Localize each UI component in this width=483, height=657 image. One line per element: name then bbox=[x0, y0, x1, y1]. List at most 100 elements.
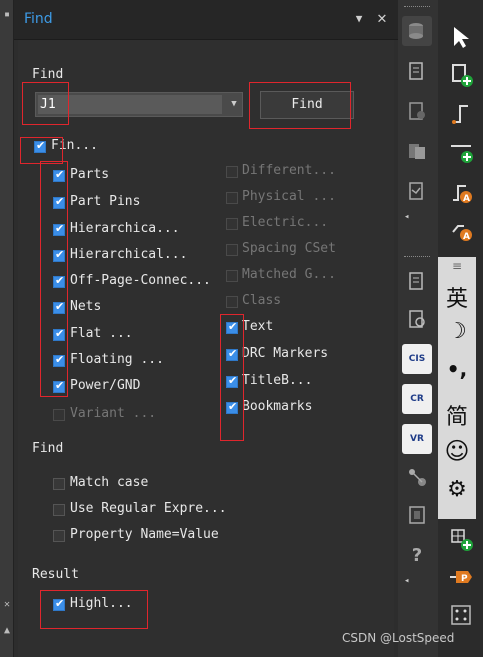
text-checkbox[interactable] bbox=[226, 320, 238, 334]
property-name-value-label: Property Name=Value bbox=[70, 527, 219, 542]
physical-checkbox[interactable] bbox=[226, 192, 238, 204]
palette-expand-icon[interactable]: ◂ bbox=[404, 212, 409, 222]
electrical-label: Electric... bbox=[242, 215, 329, 230]
hierarchical-blocks-label: Hierarchical... bbox=[70, 247, 188, 262]
ime-settings-icon[interactable]: ⚙ bbox=[438, 477, 476, 502]
check-list-icon[interactable] bbox=[402, 96, 432, 126]
panel-titlebar: Find ▼ ✕ bbox=[14, 0, 398, 40]
help-check-icon[interactable]: ? bbox=[402, 540, 432, 570]
find-combo[interactable]: J1 ▼ bbox=[35, 92, 243, 117]
svg-text:A: A bbox=[463, 194, 470, 204]
ime-emoji-icon[interactable]: ☺ bbox=[438, 437, 476, 465]
cr-icon[interactable]: CR bbox=[402, 384, 432, 414]
find-panel: Find ▼ ✕ Find J1 ▼ Find Fin... Parts Par… bbox=[14, 0, 398, 657]
hierarchical-blocks-checkbox[interactable] bbox=[53, 248, 65, 262]
draw-tool-strip: A A ≡ 英 ☽ •, 简 ☺ ⚙ P bbox=[438, 0, 483, 657]
select-pointer-icon[interactable] bbox=[446, 22, 476, 52]
regex-checkbox[interactable] bbox=[53, 504, 65, 516]
nets-checkbox[interactable] bbox=[53, 300, 65, 314]
drc-markers-checkbox[interactable] bbox=[226, 347, 238, 361]
vr-icon[interactable]: VR bbox=[402, 424, 432, 454]
watermark-text: CSDN @LostSpeed bbox=[342, 631, 455, 645]
part-pins-checkbox[interactable] bbox=[53, 195, 65, 209]
palette-grip-2[interactable] bbox=[404, 256, 430, 259]
cis-icon[interactable]: CIS bbox=[402, 344, 432, 374]
svg-text:A: A bbox=[463, 232, 470, 242]
find-text-input[interactable]: J1 bbox=[38, 95, 222, 114]
variant-label: Variant ... bbox=[70, 406, 157, 421]
off-page-connectors-checkbox[interactable] bbox=[53, 274, 65, 288]
matched-group-checkbox[interactable] bbox=[226, 270, 238, 282]
hierarchical-ports-label: Hierarchica... bbox=[70, 221, 180, 236]
find-button[interactable]: Find bbox=[260, 91, 354, 119]
part-pins-label: Part Pins bbox=[70, 194, 141, 209]
cr-label: CR bbox=[410, 394, 424, 404]
bookmarks-checkbox[interactable] bbox=[226, 400, 238, 414]
property-name-value-checkbox[interactable] bbox=[53, 530, 65, 542]
electrical-checkbox[interactable] bbox=[226, 218, 238, 230]
match-case-label: Match case bbox=[70, 475, 149, 490]
titleblocks-checkbox[interactable] bbox=[226, 374, 238, 388]
ime-moon-icon[interactable]: ☽ bbox=[438, 319, 476, 344]
ime-toolbar: ≡ 英 ☽ •, 简 ☺ ⚙ bbox=[438, 257, 476, 519]
bookmarks-label: Bookmarks bbox=[242, 399, 313, 414]
floating-checkbox[interactable] bbox=[53, 353, 65, 367]
titleblocks-label: TitleB... bbox=[242, 373, 313, 388]
spacing-cset-label: Spacing CSet bbox=[242, 241, 336, 256]
variant-view-icon[interactable] bbox=[402, 500, 432, 530]
bom-icon[interactable] bbox=[402, 266, 432, 296]
place-grid-part-icon[interactable] bbox=[446, 524, 476, 554]
highlight-label: Highl... bbox=[70, 596, 133, 611]
matched-group-label: Matched G... bbox=[242, 267, 336, 282]
panel-close-icon[interactable]: ✕ bbox=[374, 10, 390, 26]
text-label: Text bbox=[242, 319, 274, 334]
flat-nets-checkbox[interactable] bbox=[53, 327, 65, 341]
drc-icon[interactable] bbox=[402, 304, 432, 334]
nets-label: Nets bbox=[70, 299, 102, 314]
tool-palette: ◂ CIS CR VR ? ◂ bbox=[398, 0, 438, 657]
cis-label: CIS bbox=[408, 354, 426, 364]
highlight-checkbox[interactable] bbox=[53, 597, 65, 611]
left-dock-pin-icon[interactable]: ▪ bbox=[0, 6, 14, 24]
annotate-icon[interactable] bbox=[402, 136, 432, 166]
net-alias-icon[interactable]: A bbox=[446, 176, 476, 206]
place-bus-icon[interactable] bbox=[446, 136, 476, 166]
ime-punctuation-icon[interactable]: •, bbox=[438, 357, 476, 381]
ime-grip-icon[interactable]: ≡ bbox=[438, 259, 476, 273]
class-checkbox[interactable] bbox=[226, 296, 238, 308]
spacing-cset-checkbox[interactable] bbox=[226, 244, 238, 256]
palette-grip[interactable] bbox=[404, 6, 430, 9]
parts-checkbox[interactable] bbox=[53, 168, 65, 182]
class-label: Class bbox=[242, 293, 282, 308]
place-wire-icon[interactable] bbox=[446, 98, 476, 128]
power-gnd-checkbox[interactable] bbox=[53, 379, 65, 393]
place-part-icon[interactable] bbox=[446, 60, 476, 90]
flat-nets-label: Flat ... bbox=[70, 326, 133, 341]
vr-label: VR bbox=[410, 434, 424, 444]
off-page-connectors-label: Off-Page-Connec... bbox=[70, 273, 211, 288]
ime-language-icon[interactable]: 英 bbox=[438, 281, 476, 313]
database-icon[interactable] bbox=[402, 16, 432, 46]
hierarchical-ports-checkbox[interactable] bbox=[53, 222, 65, 236]
svg-text:P: P bbox=[461, 574, 468, 584]
parts-label: Parts bbox=[70, 167, 110, 182]
bus-alias-icon[interactable]: A bbox=[446, 214, 476, 244]
ime-simplified-icon[interactable]: 简 bbox=[438, 399, 476, 431]
find-in-checkbox[interactable] bbox=[34, 139, 46, 153]
variant-checkbox[interactable] bbox=[53, 409, 65, 421]
left-dock-triangle-icon[interactable]: ▲ bbox=[0, 622, 14, 640]
part-list-icon[interactable] bbox=[402, 56, 432, 86]
different-label: Different... bbox=[242, 163, 336, 178]
match-case-checkbox[interactable] bbox=[53, 478, 65, 490]
place-port-icon[interactable]: P bbox=[446, 562, 476, 592]
palette-expand-icon-2[interactable]: ◂ bbox=[404, 576, 409, 586]
net-connect-icon[interactable] bbox=[402, 462, 432, 492]
combo-dropdown-icon[interactable]: ▼ bbox=[228, 98, 240, 110]
place-pin-array-icon[interactable] bbox=[446, 600, 476, 630]
drc-markers-label: DRC Markers bbox=[242, 346, 329, 361]
different-checkbox[interactable] bbox=[226, 166, 238, 178]
netlist-icon[interactable] bbox=[402, 176, 432, 206]
panel-menu-icon[interactable]: ▼ bbox=[352, 12, 366, 26]
panel-title: Find bbox=[24, 11, 53, 27]
left-dock-close-icon[interactable]: ✕ bbox=[0, 596, 14, 614]
